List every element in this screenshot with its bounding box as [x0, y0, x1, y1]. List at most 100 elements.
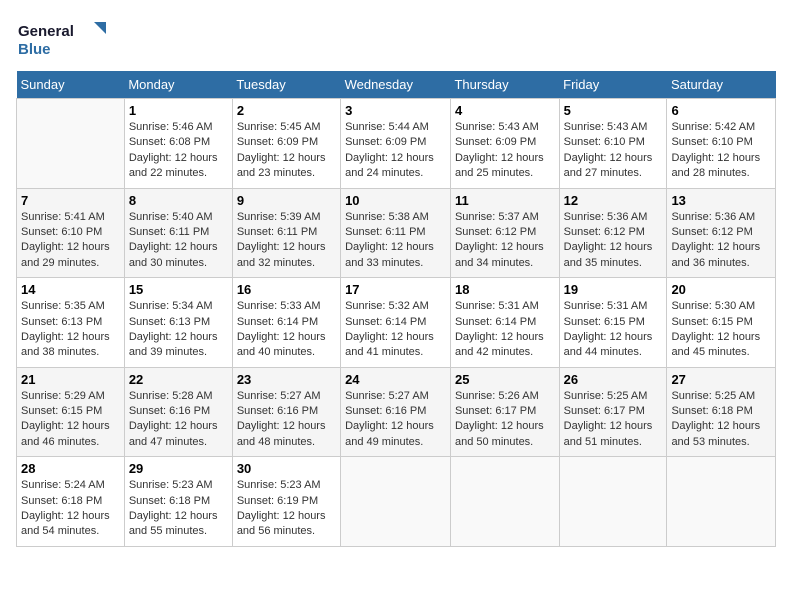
day-info: Sunrise: 5:26 AM Sunset: 6:17 PM Dayligh… — [455, 389, 555, 451]
day-info: Sunrise: 5:27 AM Sunset: 6:16 PM Dayligh… — [345, 389, 446, 451]
day-info: Sunrise: 5:36 AM Sunset: 6:12 PM Dayligh… — [564, 210, 663, 272]
calendar-cell: 26 Sunrise: 5:25 AM Sunset: 6:17 PM Dayli… — [559, 367, 667, 457]
day-info: Sunrise: 5:23 AM Sunset: 6:19 PM Dayligh… — [237, 478, 336, 540]
calendar-cell: 18 Sunrise: 5:31 AM Sunset: 6:14 PM Dayli… — [450, 278, 559, 368]
day-info: Sunrise: 5:40 AM Sunset: 6:11 PM Dayligh… — [129, 210, 228, 272]
calendar-cell: 25 Sunrise: 5:26 AM Sunset: 6:17 PM Dayli… — [450, 367, 559, 457]
calendar-cell: 21 Sunrise: 5:29 AM Sunset: 6:15 PM Dayli… — [17, 367, 125, 457]
day-info: Sunrise: 5:39 AM Sunset: 6:11 PM Dayligh… — [237, 210, 336, 272]
day-number: 9 — [237, 193, 336, 208]
day-info: Sunrise: 5:42 AM Sunset: 6:10 PM Dayligh… — [671, 120, 771, 182]
day-number: 23 — [237, 372, 336, 387]
day-number: 2 — [237, 103, 336, 118]
header-day-monday: Monday — [124, 71, 232, 99]
day-number: 8 — [129, 193, 228, 208]
calendar-cell: 17 Sunrise: 5:32 AM Sunset: 6:14 PM Dayli… — [341, 278, 451, 368]
day-info: Sunrise: 5:24 AM Sunset: 6:18 PM Dayligh… — [21, 478, 120, 540]
day-info: Sunrise: 5:37 AM Sunset: 6:12 PM Dayligh… — [455, 210, 555, 272]
logo-svg: General Blue — [16, 16, 106, 61]
day-number: 11 — [455, 193, 555, 208]
day-info: Sunrise: 5:38 AM Sunset: 6:11 PM Dayligh… — [345, 210, 446, 272]
calendar-cell: 9 Sunrise: 5:39 AM Sunset: 6:11 PM Daylig… — [232, 188, 340, 278]
calendar-cell — [559, 457, 667, 547]
header-day-thursday: Thursday — [450, 71, 559, 99]
calendar-cell: 2 Sunrise: 5:45 AM Sunset: 6:09 PM Daylig… — [232, 99, 340, 189]
calendar-cell: 30Sunrise: 5:23 AM Sunset: 6:19 PM Dayli… — [232, 457, 340, 547]
calendar-cell: 27 Sunrise: 5:25 AM Sunset: 6:18 PM Dayli… — [667, 367, 776, 457]
day-info: Sunrise: 5:31 AM Sunset: 6:14 PM Dayligh… — [455, 299, 555, 361]
day-number: 18 — [455, 282, 555, 297]
day-info: Sunrise: 5:23 AM Sunset: 6:18 PM Dayligh… — [129, 478, 228, 540]
day-number: 24 — [345, 372, 446, 387]
calendar-week-1: 1 Sunrise: 5:46 AM Sunset: 6:08 PM Daylig… — [17, 99, 776, 189]
header: General Blue — [16, 16, 776, 61]
day-number: 4 — [455, 103, 555, 118]
day-info: Sunrise: 5:30 AM Sunset: 6:15 PM Dayligh… — [671, 299, 771, 361]
svg-text:General: General — [18, 23, 74, 40]
calendar-cell: 28Sunrise: 5:24 AM Sunset: 6:18 PM Dayli… — [17, 457, 125, 547]
calendar-cell: 10 Sunrise: 5:38 AM Sunset: 6:11 PM Dayli… — [341, 188, 451, 278]
calendar-body: 1 Sunrise: 5:46 AM Sunset: 6:08 PM Daylig… — [17, 99, 776, 547]
day-info: Sunrise: 5:27 AM Sunset: 6:16 PM Dayligh… — [237, 389, 336, 451]
day-info: Sunrise: 5:25 AM Sunset: 6:18 PM Dayligh… — [671, 389, 771, 451]
day-info: Sunrise: 5:46 AM Sunset: 6:08 PM Dayligh… — [129, 120, 228, 182]
day-number: 29 — [129, 461, 228, 476]
day-info: Sunrise: 5:31 AM Sunset: 6:15 PM Dayligh… — [564, 299, 663, 361]
day-number: 15 — [129, 282, 228, 297]
day-info: Sunrise: 5:41 AM Sunset: 6:10 PM Dayligh… — [21, 210, 120, 272]
day-number: 10 — [345, 193, 446, 208]
day-number: 5 — [564, 103, 663, 118]
day-info: Sunrise: 5:28 AM Sunset: 6:16 PM Dayligh… — [129, 389, 228, 451]
day-info: Sunrise: 5:43 AM Sunset: 6:10 PM Dayligh… — [564, 120, 663, 182]
day-info: Sunrise: 5:25 AM Sunset: 6:17 PM Dayligh… — [564, 389, 663, 451]
calendar-week-4: 21 Sunrise: 5:29 AM Sunset: 6:15 PM Dayli… — [17, 367, 776, 457]
calendar-cell: 11 Sunrise: 5:37 AM Sunset: 6:12 PM Dayli… — [450, 188, 559, 278]
day-number: 3 — [345, 103, 446, 118]
calendar-cell: 19Sunrise: 5:31 AM Sunset: 6:15 PM Dayli… — [559, 278, 667, 368]
day-number: 14 — [21, 282, 120, 297]
day-number: 17 — [345, 282, 446, 297]
day-info: Sunrise: 5:45 AM Sunset: 6:09 PM Dayligh… — [237, 120, 336, 182]
day-info: Sunrise: 5:34 AM Sunset: 6:13 PM Dayligh… — [129, 299, 228, 361]
day-number: 27 — [671, 372, 771, 387]
day-info: Sunrise: 5:32 AM Sunset: 6:14 PM Dayligh… — [345, 299, 446, 361]
header-day-wednesday: Wednesday — [341, 71, 451, 99]
calendar-cell: 16 Sunrise: 5:33 AM Sunset: 6:14 PM Dayli… — [232, 278, 340, 368]
calendar-cell — [341, 457, 451, 547]
calendar-cell: 6Sunrise: 5:42 AM Sunset: 6:10 PM Daylig… — [667, 99, 776, 189]
calendar-cell — [17, 99, 125, 189]
calendar-cell: 22 Sunrise: 5:28 AM Sunset: 6:16 PM Dayli… — [124, 367, 232, 457]
calendar-week-3: 14 Sunrise: 5:35 AM Sunset: 6:13 PM Dayli… — [17, 278, 776, 368]
calendar-cell — [667, 457, 776, 547]
day-info: Sunrise: 5:44 AM Sunset: 6:09 PM Dayligh… — [345, 120, 446, 182]
calendar-cell: 3 Sunrise: 5:44 AM Sunset: 6:09 PM Daylig… — [341, 99, 451, 189]
calendar-table: SundayMondayTuesdayWednesdayThursdayFrid… — [16, 71, 776, 547]
day-number: 12 — [564, 193, 663, 208]
calendar-cell: 24 Sunrise: 5:27 AM Sunset: 6:16 PM Dayli… — [341, 367, 451, 457]
day-info: Sunrise: 5:35 AM Sunset: 6:13 PM Dayligh… — [21, 299, 120, 361]
day-number: 21 — [21, 372, 120, 387]
header-day-tuesday: Tuesday — [232, 71, 340, 99]
day-number: 16 — [237, 282, 336, 297]
calendar-cell: 8 Sunrise: 5:40 AM Sunset: 6:11 PM Daylig… — [124, 188, 232, 278]
calendar-cell: 15 Sunrise: 5:34 AM Sunset: 6:13 PM Dayli… — [124, 278, 232, 368]
header-day-sunday: Sunday — [17, 71, 125, 99]
calendar-cell: 4Sunrise: 5:43 AM Sunset: 6:09 PM Daylig… — [450, 99, 559, 189]
calendar-cell: 23 Sunrise: 5:27 AM Sunset: 6:16 PM Dayli… — [232, 367, 340, 457]
day-number: 26 — [564, 372, 663, 387]
day-info: Sunrise: 5:33 AM Sunset: 6:14 PM Dayligh… — [237, 299, 336, 361]
day-number: 25 — [455, 372, 555, 387]
calendar-week-2: 7Sunrise: 5:41 AM Sunset: 6:10 PM Daylig… — [17, 188, 776, 278]
day-info: Sunrise: 5:36 AM Sunset: 6:12 PM Dayligh… — [671, 210, 771, 272]
calendar-cell: 7Sunrise: 5:41 AM Sunset: 6:10 PM Daylig… — [17, 188, 125, 278]
calendar-header-row: SundayMondayTuesdayWednesdayThursdayFrid… — [17, 71, 776, 99]
day-number: 13 — [671, 193, 771, 208]
calendar-cell: 1 Sunrise: 5:46 AM Sunset: 6:08 PM Daylig… — [124, 99, 232, 189]
calendar-cell: 12 Sunrise: 5:36 AM Sunset: 6:12 PM Dayli… — [559, 188, 667, 278]
day-info: Sunrise: 5:29 AM Sunset: 6:15 PM Dayligh… — [21, 389, 120, 451]
day-number: 22 — [129, 372, 228, 387]
day-number: 1 — [129, 103, 228, 118]
day-number: 20 — [671, 282, 771, 297]
calendar-cell: 14 Sunrise: 5:35 AM Sunset: 6:13 PM Dayli… — [17, 278, 125, 368]
header-day-saturday: Saturday — [667, 71, 776, 99]
